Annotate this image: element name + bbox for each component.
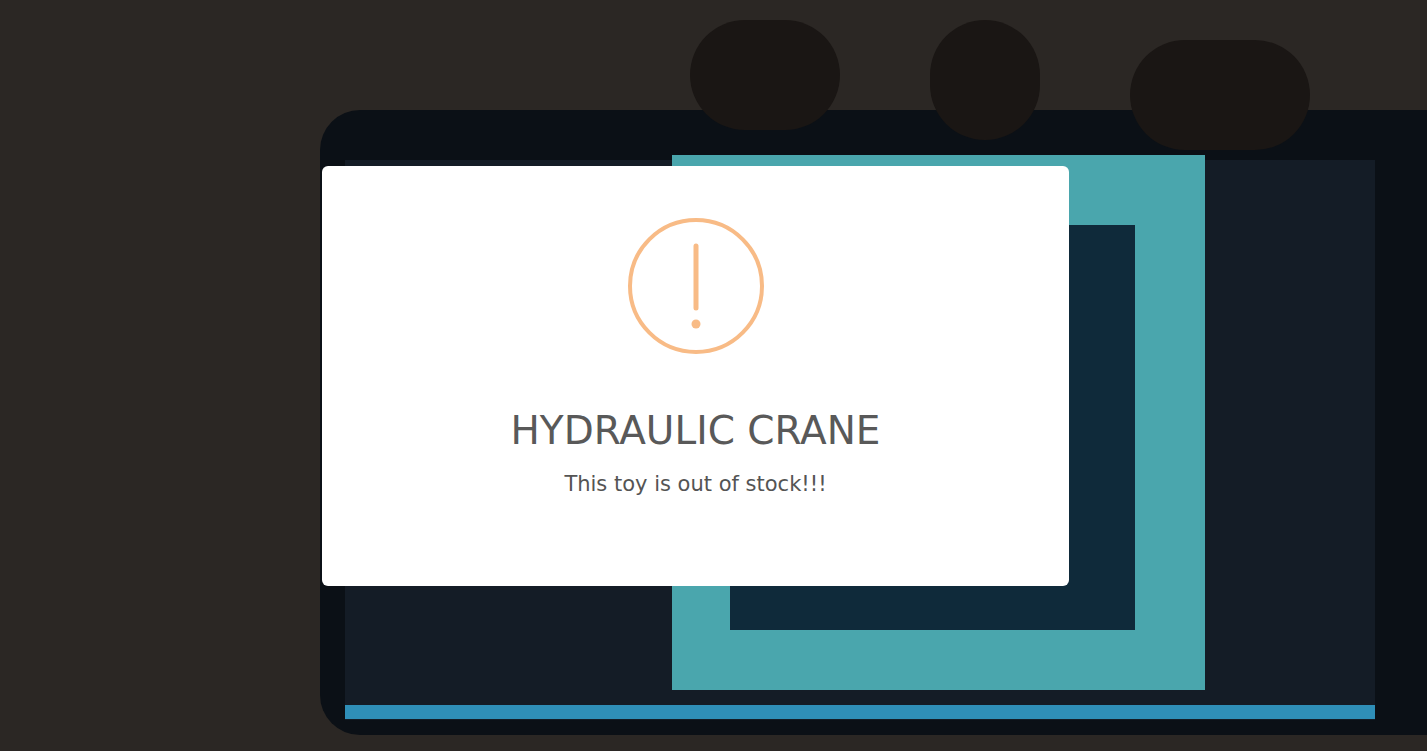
dialog-title: HYDRAULIC CRANE	[510, 408, 880, 455]
warning-icon	[626, 216, 766, 356]
dialog-message: This toy is out of stock!!!	[564, 470, 826, 499]
modal-overlay: HYDRAULIC CRANE This toy is out of stock!…	[0, 0, 1427, 751]
alert-dialog: HYDRAULIC CRANE This toy is out of stock!…	[322, 166, 1069, 586]
